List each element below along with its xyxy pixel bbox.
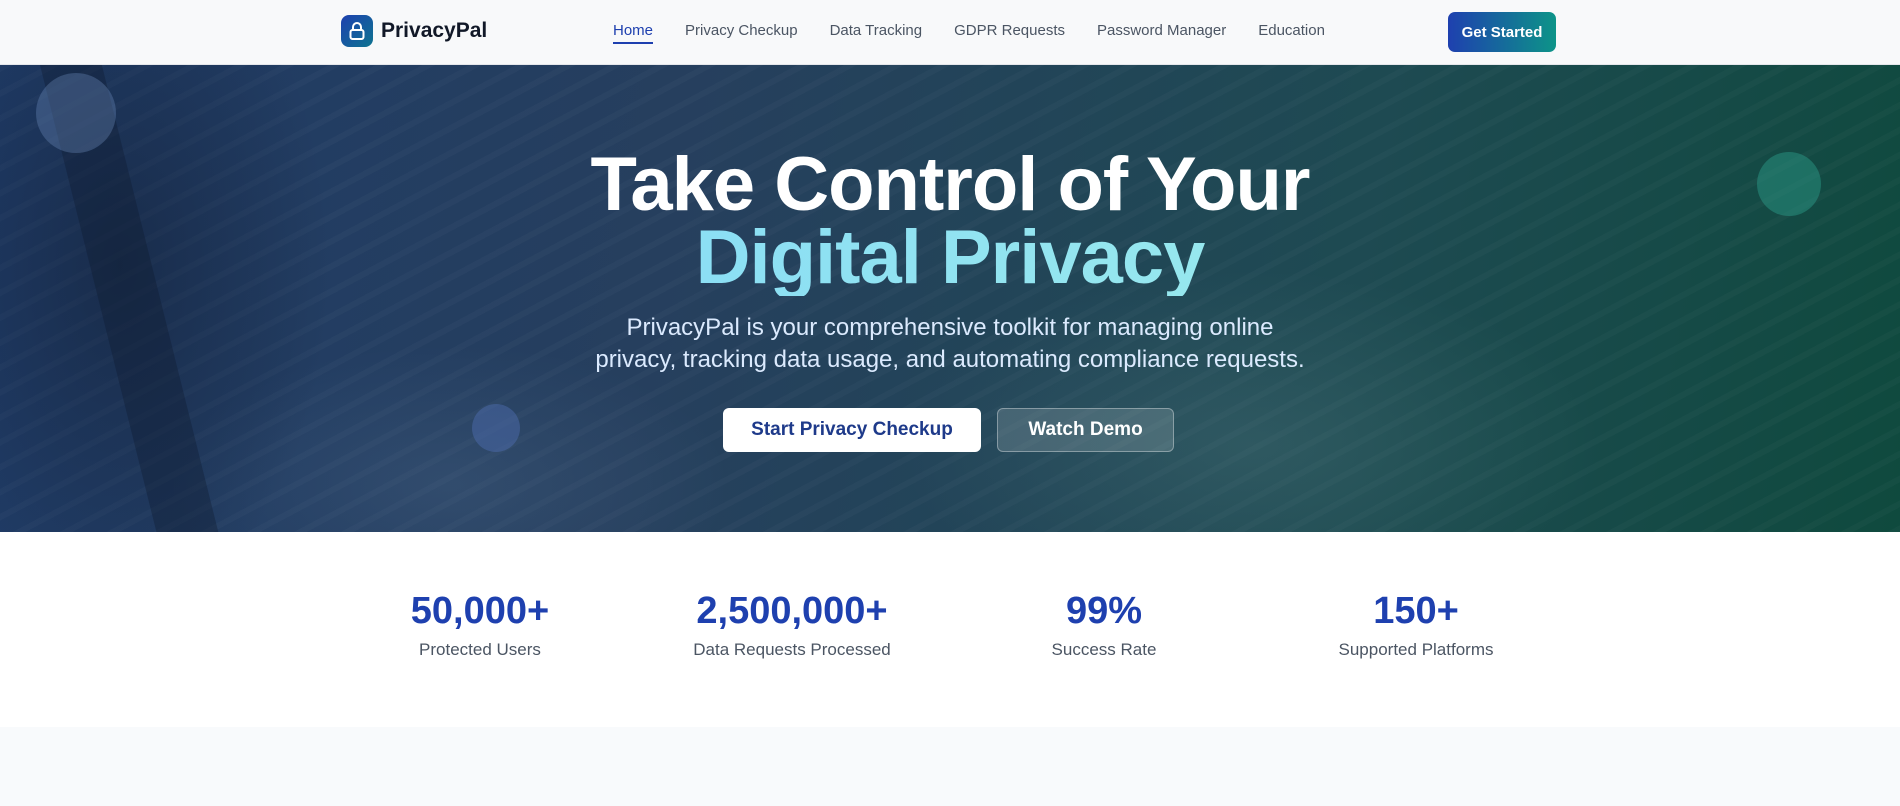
stat-value: 150+ [1373, 590, 1459, 632]
stat-value: 2,500,000+ [696, 590, 888, 632]
nav-link-data-tracking[interactable]: Data Tracking [830, 22, 923, 44]
get-started-button[interactable]: Get Started [1448, 12, 1556, 52]
decorative-circle [36, 73, 116, 153]
stat-protected-users: 50,000+ Protected Users [330, 592, 630, 660]
stats-section: 50,000+ Protected Users 2,500,000+ Data … [0, 532, 1900, 727]
watch-demo-button[interactable]: Watch Demo [997, 408, 1174, 452]
lock-icon [341, 15, 373, 47]
stat-label: Data Requests Processed [693, 640, 891, 659]
stat-data-requests: 2,500,000+ Data Requests Processed [642, 592, 942, 660]
hero-title-line2: Digital Privacy [0, 220, 1900, 296]
next-section-background [0, 727, 1900, 806]
top-navigation: PrivacyPal Home Privacy Checkup Data Tra… [0, 0, 1900, 65]
hero-title-line1: Take Control of Your [590, 142, 1311, 227]
nav-link-password-manager[interactable]: Password Manager [1097, 22, 1226, 44]
stat-supported-platforms: 150+ Supported Platforms [1266, 592, 1566, 660]
hero-section: Take Control of Your Digital Privacy Pri… [0, 65, 1900, 532]
decorative-circle [472, 404, 520, 452]
nav-link-education[interactable]: Education [1258, 22, 1325, 44]
stat-label: Success Rate [1051, 640, 1157, 659]
hero-subtitle-line2: privacy, tracking data usage, and automa… [595, 346, 1305, 373]
nav-links: Home Privacy Checkup Data Tracking GDPR … [613, 22, 1357, 44]
start-privacy-checkup-button[interactable]: Start Privacy Checkup [723, 408, 981, 452]
stat-label: Supported Platforms [1338, 640, 1494, 659]
nav-link-gdpr-requests[interactable]: GDPR Requests [954, 22, 1065, 44]
stat-label: Protected Users [419, 640, 541, 659]
stat-value: 50,000+ [410, 590, 550, 632]
nav-link-home[interactable]: Home [613, 22, 654, 44]
nav-link-privacy-checkup[interactable]: Privacy Checkup [685, 22, 798, 44]
brand-name: PrivacyPal [381, 19, 488, 42]
brand-logo[interactable]: PrivacyPal [341, 15, 487, 47]
stat-value: 99% [1065, 590, 1143, 632]
hero-subtitle: PrivacyPal is your comprehensive toolkit… [550, 312, 1350, 376]
hero-subtitle-line1: PrivacyPal is your comprehensive toolkit… [626, 314, 1274, 341]
stat-success-rate: 99% Success Rate [954, 592, 1254, 660]
